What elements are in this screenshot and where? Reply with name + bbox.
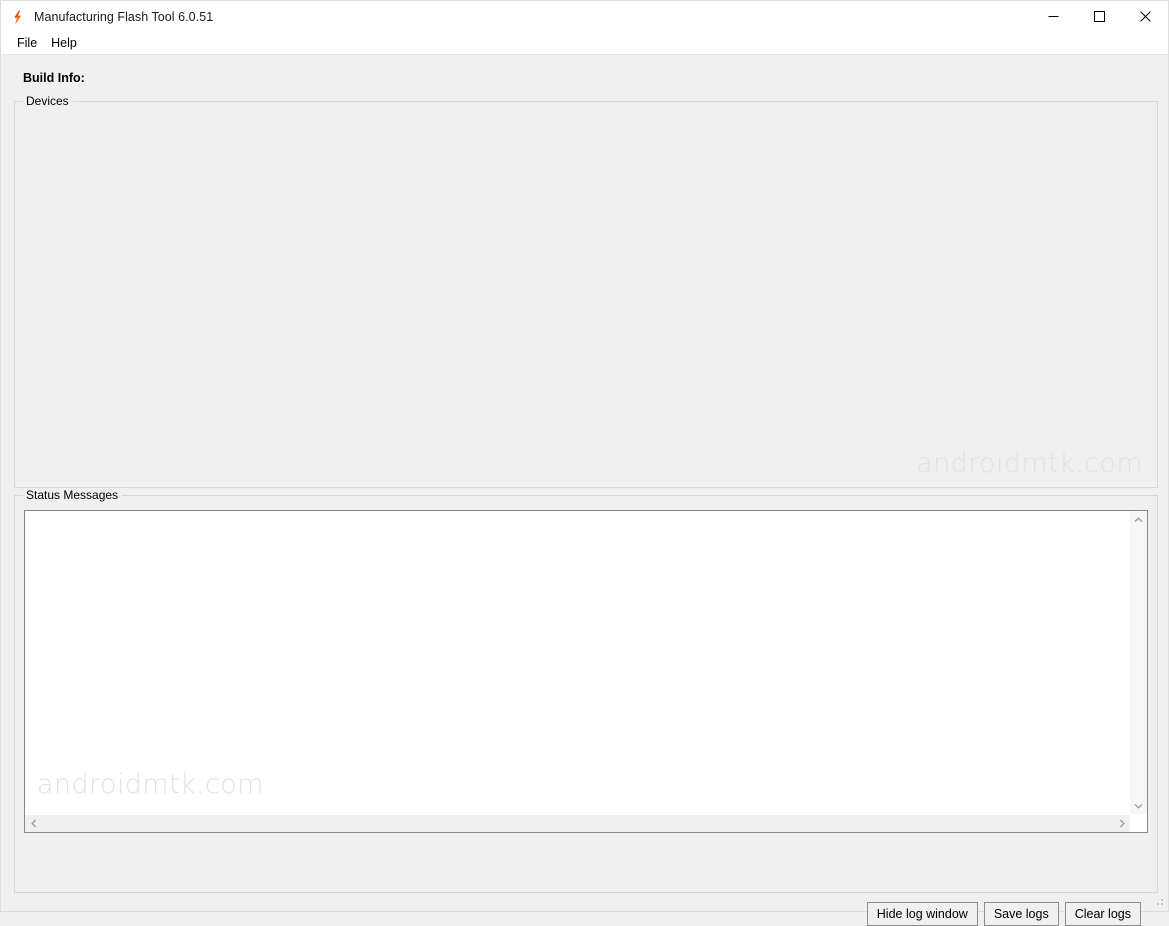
clear-logs-button[interactable]: Clear logs [1064,902,1141,926]
maximize-icon [1093,11,1105,22]
status-messages-group-label: Status Messages [23,488,123,502]
client-area: Build Info: Devices androidmtk.com Statu… [1,55,1168,926]
log-text-area[interactable]: androidmtk.com [24,510,1148,833]
menu-bar: File Help [1,32,1168,55]
close-button[interactable] [1122,1,1168,32]
scrollbar-corner [1130,815,1147,832]
horizontal-scroll-track[interactable] [42,815,1113,832]
log-vertical-scrollbar[interactable] [1129,511,1147,814]
minimize-icon [1048,16,1058,17]
chevron-up-icon [1134,516,1143,522]
log-button-row: Hide log window Save logs Clear logs [866,902,1141,926]
menu-item-help[interactable]: Help [44,35,84,52]
status-messages-group-box: Status Messages androidmtk.com [14,488,1158,893]
devices-group-box: Devices androidmtk.com [14,94,1158,488]
build-info-label: Build Info: [23,71,85,85]
log-body: androidmtk.com [25,511,1147,814]
window-title: Manufacturing Flash Tool 6.0.51 [34,9,214,24]
resize-grip-icon[interactable] [1152,895,1165,908]
scroll-right-button[interactable] [1113,815,1130,832]
maximize-button[interactable] [1076,1,1122,32]
log-horizontal-scrollbar[interactable] [25,814,1147,832]
menu-item-file[interactable]: File [10,35,44,52]
watermark-devices: androidmtk.com [916,448,1143,479]
chevron-down-icon [1134,803,1143,809]
watermark-log: androidmtk.com [37,769,264,800]
scroll-down-button[interactable] [1130,797,1147,814]
log-text-content[interactable]: androidmtk.com [25,511,1129,814]
scroll-left-button[interactable] [25,815,42,832]
caption-button-group [1030,1,1168,32]
close-icon [1139,11,1151,22]
lightning-bolt-icon [14,9,22,24]
title-bar: Manufacturing Flash Tool 6.0.51 [1,1,1168,32]
save-logs-button[interactable]: Save logs [983,902,1059,926]
application-window: Manufacturing Flash Tool 6.0.51 File Hel… [0,0,1169,926]
chevron-left-icon [30,819,36,828]
scroll-up-button[interactable] [1130,511,1147,528]
chevron-right-icon [1119,819,1125,828]
minimize-button[interactable] [1030,1,1076,32]
vertical-scroll-track[interactable] [1130,528,1147,797]
hide-log-window-button[interactable]: Hide log window [866,902,978,926]
devices-group-label: Devices [23,94,73,108]
